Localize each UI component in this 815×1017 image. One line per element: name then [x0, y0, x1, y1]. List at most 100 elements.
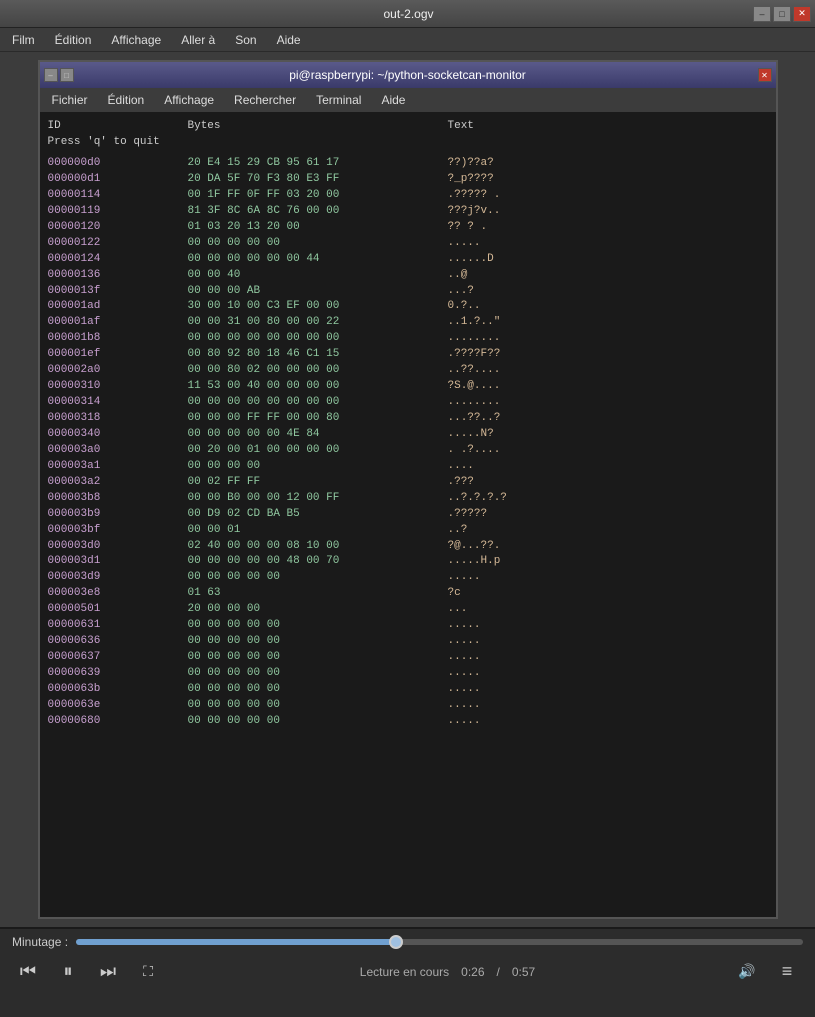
main-content: – □ pi@raspberrypi: ~/python-socketcan-m…: [0, 52, 815, 927]
row-id: 000003a1: [48, 459, 188, 475]
inner-minimize-button[interactable]: –: [44, 68, 58, 82]
row-bytes: 00 00 00 FF FF 00 00 80: [188, 411, 448, 427]
row-bytes: 20 00 00 00: [188, 602, 448, 618]
row-id: 000003d9: [48, 570, 188, 586]
row-text: ...??..?: [448, 411, 598, 427]
inner-close-button[interactable]: ✕: [758, 68, 772, 82]
row-bytes: 00 1F FF 0F FF 03 20 00: [188, 188, 448, 204]
row-text: ???j?v..: [448, 204, 598, 220]
row-bytes: 00 00 00 00 00: [188, 682, 448, 698]
progress-track[interactable]: [76, 939, 803, 945]
row-bytes: 00 00 00 AB: [188, 284, 448, 300]
row-bytes: 00 00 80 02 00 00 00 00: [188, 363, 448, 379]
row-text: ..1.?..": [448, 315, 598, 331]
col-header-id: ID: [48, 120, 188, 132]
menu-film[interactable]: Film: [4, 31, 43, 49]
prev-button[interactable]: ⏮: [12, 955, 44, 987]
table-row: 000003a1 00 00 00 00 ....: [48, 459, 768, 475]
row-bytes: 11 53 00 40 00 00 00 00: [188, 379, 448, 395]
table-row: 00000136 00 00 40 ..@: [48, 268, 768, 284]
table-row: 000003b9 00 D9 02 CD BA B5 .?????: [48, 507, 768, 523]
table-row: 000003d0 02 40 00 00 00 08 10 00 ?@...??…: [48, 539, 768, 555]
outer-window-title: out-2.ogv: [64, 7, 753, 21]
row-text: .....: [448, 698, 598, 714]
table-row: 000003e8 01 63 ?c: [48, 586, 768, 602]
row-text: 0.?..: [448, 299, 598, 315]
col-header-bytes: Bytes: [188, 120, 448, 132]
row-bytes: 00 00 00 00 00 4E 84: [188, 427, 448, 443]
row-bytes: 00 00 00 00 00 00 00 00: [188, 395, 448, 411]
row-bytes: 81 3F 8C 6A 8C 76 00 00: [188, 204, 448, 220]
table-row: 000001ad 30 00 10 00 C3 EF 00 00 0.?..: [48, 299, 768, 315]
inner-menu-edition[interactable]: Édition: [100, 91, 153, 109]
table-row: 000003a2 00 02 FF FF .???: [48, 475, 768, 491]
table-row: 00000314 00 00 00 00 00 00 00 00 .......…: [48, 395, 768, 411]
row-text: .....: [448, 236, 598, 252]
minimize-button[interactable]: –: [753, 6, 771, 22]
row-bytes: 00 00 00 00 00: [188, 650, 448, 666]
table-row: 00000501 20 00 00 00 ...: [48, 602, 768, 618]
menu-son[interactable]: Son: [227, 31, 264, 49]
row-id: 000003e8: [48, 586, 188, 602]
row-id: 000003d1: [48, 554, 188, 570]
row-text: ..@: [448, 268, 598, 284]
status-row: Lecture en cours 0:26 / 0:57: [360, 965, 535, 979]
row-text: .?????: [448, 507, 598, 523]
row-bytes: 00 00 31 00 80 00 00 22: [188, 315, 448, 331]
row-bytes: 00 00 00 00 00: [188, 570, 448, 586]
outer-titlebar: out-2.ogv – □ ✕: [0, 0, 815, 28]
row-text: ........: [448, 331, 598, 347]
next-button[interactable]: ⏭: [92, 955, 124, 987]
row-id: 0000013f: [48, 284, 188, 300]
inner-menu-rechercher[interactable]: Rechercher: [226, 91, 304, 109]
table-row: 00000119 81 3F 8C 6A 8C 76 00 00 ???j?v.…: [48, 204, 768, 220]
menu-button[interactable]: ≡: [771, 955, 803, 987]
controls-row: ⏮ ⏸ ⏭ ⛶ Lecture en cours 0:26 / 0:57 🔊 ≡: [12, 955, 803, 987]
row-text: ..?: [448, 523, 598, 539]
menu-edition[interactable]: Édition: [47, 31, 100, 49]
time-current: 0:26: [461, 965, 484, 979]
terminal-header: ID Bytes Text: [48, 120, 768, 132]
row-text: ?_p????: [448, 172, 598, 188]
menu-aide[interactable]: Aide: [269, 31, 309, 49]
table-row: 00000680 00 00 00 00 00 .....: [48, 714, 768, 730]
row-id: 000001b8: [48, 331, 188, 347]
row-id: 00000501: [48, 602, 188, 618]
row-bytes: 02 40 00 00 00 08 10 00: [188, 539, 448, 555]
row-text: ...: [448, 602, 598, 618]
row-bytes: 00 20 00 01 00 00 00 00: [188, 443, 448, 459]
inner-menu-terminal[interactable]: Terminal: [308, 91, 369, 109]
row-text: ?@...??.: [448, 539, 598, 555]
outer-menubar: Film Édition Affichage Aller à Son Aide: [0, 28, 815, 52]
close-button[interactable]: ✕: [793, 6, 811, 22]
row-bytes: 20 E4 15 29 CB 95 61 17: [188, 156, 448, 172]
data-rows-container: 000000d0 20 E4 15 29 CB 95 61 17 ??)??a?…: [48, 156, 768, 730]
volume-button[interactable]: 🔊: [731, 955, 763, 987]
player-bar: Minutage : ⏮ ⏸ ⏭ ⛶ Lecture en cours 0:26…: [0, 927, 815, 1017]
row-bytes: 00 00 01: [188, 523, 448, 539]
inner-menu-aide[interactable]: Aide: [373, 91, 413, 109]
row-bytes: 00 00 00 00 00: [188, 698, 448, 714]
row-id: 00000631: [48, 618, 188, 634]
table-row: 000003bf 00 00 01 ..?: [48, 523, 768, 539]
inner-menu-fichier[interactable]: Fichier: [44, 91, 96, 109]
time-separator: /: [497, 965, 500, 979]
table-row: 000002a0 00 00 80 02 00 00 00 00 ..??...…: [48, 363, 768, 379]
row-text: ??)??a?: [448, 156, 598, 172]
play-pause-button[interactable]: ⏸: [52, 955, 84, 987]
table-row: 000003d9 00 00 00 00 00 .....: [48, 570, 768, 586]
table-row: 000001af 00 00 31 00 80 00 00 22 ..1.?..…: [48, 315, 768, 331]
row-id: 000001ef: [48, 347, 188, 363]
row-bytes: 00 00 00 00 00: [188, 634, 448, 650]
menu-aller-a[interactable]: Aller à: [173, 31, 223, 49]
progress-knob[interactable]: [389, 935, 403, 949]
row-id: 000003b8: [48, 491, 188, 507]
menu-affichage[interactable]: Affichage: [103, 31, 169, 49]
table-row: 000003b8 00 00 B0 00 00 12 00 FF ..?.?.?…: [48, 491, 768, 507]
inner-maximize-button[interactable]: □: [60, 68, 74, 82]
fullscreen-button[interactable]: ⛶: [132, 955, 164, 987]
table-row: 000000d1 20 DA 5F 70 F3 80 E3 FF ?_p????: [48, 172, 768, 188]
row-text: .....: [448, 618, 598, 634]
inner-menu-affichage[interactable]: Affichage: [156, 91, 222, 109]
maximize-button[interactable]: □: [773, 6, 791, 22]
